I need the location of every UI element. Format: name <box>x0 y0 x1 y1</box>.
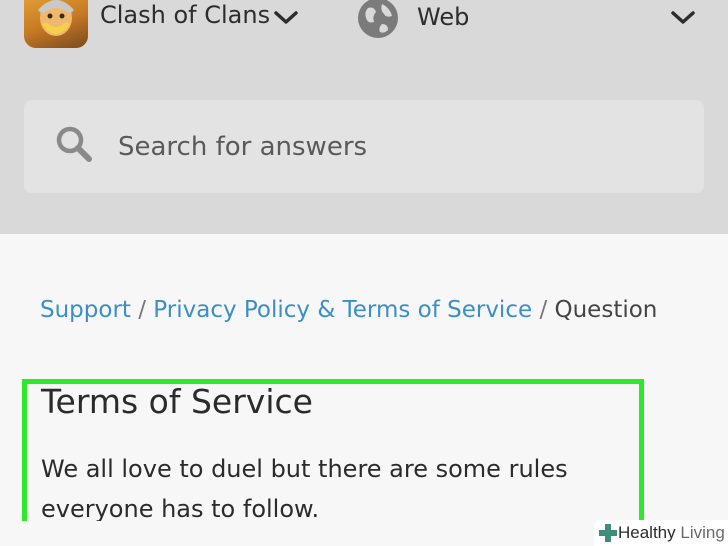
platform-selector[interactable]: Web <box>417 2 469 32</box>
barbarian-icon <box>38 0 74 36</box>
breadcrumb-privacy-link[interactable]: Privacy Policy & Terms of Service <box>153 297 532 323</box>
chevron-down-icon[interactable] <box>273 10 299 26</box>
breadcrumb-current: Question <box>554 297 658 323</box>
watermark-brand: Healthy <box>618 523 676 542</box>
chevron-down-icon[interactable] <box>670 10 696 26</box>
breadcrumb-support-link[interactable]: Support <box>40 297 131 323</box>
header: Clash of Clans Web <box>0 0 728 234</box>
breadcrumb-separator: / <box>138 297 146 323</box>
watermark: Healthy Living <box>594 520 728 546</box>
article-title: Terms of Service <box>41 382 313 421</box>
cross-icon <box>599 524 617 542</box>
watermark-text: Healthy Living <box>618 522 725 544</box>
app-icon[interactable] <box>24 0 88 48</box>
search-icon <box>56 126 92 162</box>
article-body: We all love to duel but there are some r… <box>41 455 568 521</box>
watermark-brand-light: Living <box>675 523 725 542</box>
globe-icon[interactable] <box>356 0 400 40</box>
page: Clash of Clans Web Support / Privacy Pol… <box>0 0 728 521</box>
search-bar[interactable] <box>24 100 704 193</box>
breadcrumb: Support / Privacy Policy & Terms of Serv… <box>40 294 657 326</box>
search-input[interactable] <box>118 130 678 164</box>
breadcrumb-separator: / <box>539 297 548 323</box>
app-name[interactable]: Clash of Clans <box>100 0 270 30</box>
